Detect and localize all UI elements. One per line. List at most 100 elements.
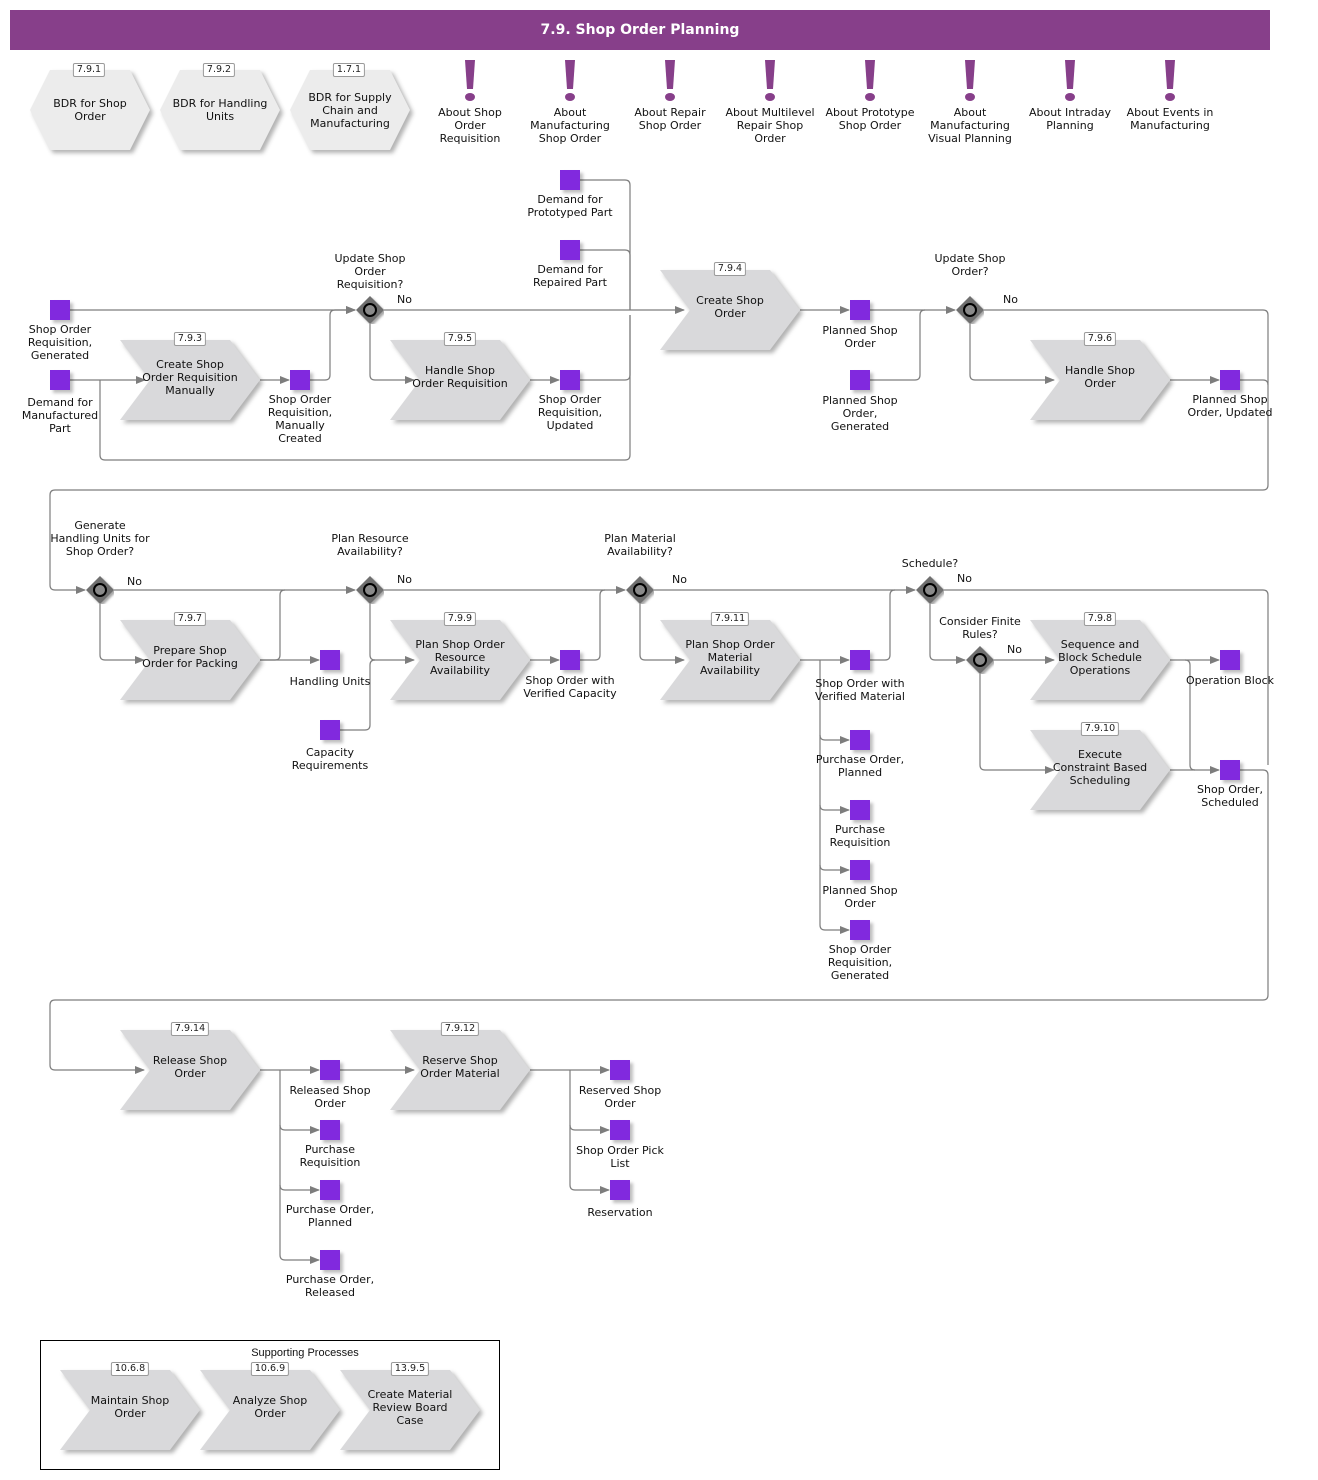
business-object[interactable]	[320, 1120, 340, 1140]
business-object[interactable]	[850, 650, 870, 670]
business-object-label: Demand for Prototyped Part	[527, 193, 613, 219]
decision-gateway[interactable]	[356, 576, 384, 604]
decision-gateway[interactable]	[956, 296, 984, 324]
process-step[interactable]: Handle Shop Order	[1030, 340, 1170, 420]
process-id-tag: 7.9.9	[443, 612, 477, 626]
process-id-tag: 7.9.11	[710, 612, 750, 626]
business-object-label: Shop Order with Verified Material	[815, 677, 905, 703]
gateway-diamond-icon	[626, 576, 654, 604]
business-object-label: Purchase Order, Released	[285, 1273, 375, 1299]
business-object[interactable]	[320, 1060, 340, 1080]
exclamation-icon	[865, 60, 875, 101]
business-object[interactable]	[1220, 650, 1240, 670]
business-object[interactable]	[50, 300, 70, 320]
connector-line	[819, 734, 850, 744]
process-label: Execute Constraint Based Scheduling	[1052, 747, 1148, 787]
business-object[interactable]	[50, 370, 70, 390]
gateway-diamond-icon	[916, 576, 944, 604]
business-object[interactable]	[290, 370, 310, 390]
connector-line	[870, 589, 896, 661]
supporting-process[interactable]: Maintain Shop Order	[60, 1370, 200, 1450]
bdr-handling-units[interactable]: BDR for Handling Units	[160, 70, 280, 150]
business-object[interactable]	[610, 1180, 630, 1200]
process-step[interactable]: Sequence and Block Schedule Operations	[1030, 620, 1170, 700]
process-label: Release Shop Order	[152, 1054, 228, 1080]
process-diagram: 7.9. Shop Order Planning BDR for Shop Or…	[0, 0, 1318, 1480]
info-item[interactable]: About Manufacturing Visual Planning	[925, 58, 1015, 145]
decision-gateway[interactable]	[626, 576, 654, 604]
business-object[interactable]	[560, 650, 580, 670]
process-step[interactable]: Create Shop Order	[660, 270, 800, 350]
process-step[interactable]: Prepare Shop Order for Packing	[120, 620, 260, 700]
business-object[interactable]	[610, 1060, 630, 1080]
process-id-tag: 7.9.3	[173, 332, 207, 346]
bdr-shop-order[interactable]: BDR for Shop Order	[30, 70, 150, 150]
gateway-question: Update Shop Order Requisition?	[334, 252, 406, 291]
process-label: Handle Shop Order	[1065, 364, 1135, 390]
process-label: Prepare Shop Order for Packing	[142, 644, 238, 670]
bdr-label: BDR for Handling Units	[172, 97, 268, 123]
info-item[interactable]: About Repair Shop Order	[625, 58, 715, 132]
connector-line	[569, 1124, 610, 1134]
business-object[interactable]	[610, 1120, 630, 1140]
business-object-label: Purchase Requisition	[299, 1143, 361, 1169]
process-id-tag: 10.6.8	[110, 1362, 150, 1376]
business-object[interactable]	[850, 860, 870, 880]
business-object[interactable]	[320, 650, 340, 670]
decision-gateway[interactable]	[356, 296, 384, 324]
process-step[interactable]: Reserve Shop Order Material	[390, 1030, 530, 1110]
info-item[interactable]: About Shop Order Requisition	[425, 58, 515, 145]
business-object[interactable]	[560, 370, 580, 390]
process-step[interactable]: Plan Shop Order Resource Availability	[390, 620, 530, 700]
business-object[interactable]	[560, 240, 580, 260]
gateway-question: Schedule?	[901, 557, 959, 570]
business-object[interactable]	[850, 730, 870, 750]
info-item[interactable]: About Manufacturing Shop Order	[525, 58, 615, 145]
business-object[interactable]	[850, 370, 870, 390]
business-object-label: Planned Shop Order	[822, 884, 898, 910]
process-step[interactable]: Execute Constraint Based Scheduling	[1030, 730, 1170, 810]
info-item-label: About Shop Order Requisition	[438, 106, 502, 145]
process-id-tag: 7.9.7	[173, 612, 207, 626]
business-object-label: Shop Order Requisition, Generated	[27, 323, 93, 362]
decision-gateway[interactable]	[966, 646, 994, 674]
process-id-tag: 13.9.5	[390, 1362, 430, 1376]
bdr-supply-chain[interactable]: BDR for Supply Chain and Manufacturing	[290, 70, 410, 150]
process-step[interactable]: Plan Shop Order Material Availability	[660, 620, 800, 700]
gateway-no-label: No	[957, 572, 972, 585]
gateway-no-label: No	[672, 573, 687, 586]
business-object-label: Reserved Shop Order	[578, 1084, 662, 1110]
business-object[interactable]	[320, 720, 340, 740]
process-id-tag: 7.9.12	[440, 1022, 480, 1036]
gateway-question: Plan Material Availability?	[604, 532, 676, 558]
business-object[interactable]	[1220, 370, 1240, 390]
supporting-processes-title: Supporting Processes	[251, 1347, 359, 1359]
business-object[interactable]	[850, 300, 870, 320]
process-label: Create Material Review Board Case	[367, 1387, 453, 1427]
decision-gateway[interactable]	[86, 576, 114, 604]
process-label: Reserve Shop Order Material	[420, 1054, 500, 1080]
business-object[interactable]	[1220, 760, 1240, 780]
business-object[interactable]	[560, 170, 580, 190]
exclamation-icon	[965, 60, 975, 101]
business-object[interactable]	[850, 800, 870, 820]
business-object[interactable]	[850, 920, 870, 940]
info-item-label: About Repair Shop Order	[634, 106, 706, 132]
business-object[interactable]	[320, 1180, 340, 1200]
info-item[interactable]: About Prototype Shop Order	[825, 58, 915, 132]
gateway-no-label: No	[1003, 293, 1018, 306]
business-object[interactable]	[320, 1250, 340, 1270]
gateway-question: Consider Finite Rules?	[939, 615, 1021, 641]
process-label: Analyze Shop Order	[232, 1394, 308, 1420]
info-item[interactable]: About Events in Manufacturing	[1125, 58, 1215, 132]
supporting-process[interactable]: Analyze Shop Order	[200, 1370, 340, 1450]
process-step[interactable]: Handle Shop Order Requisition	[390, 340, 530, 420]
process-step[interactable]: Create Shop Order Requisition Manually	[120, 340, 260, 420]
supporting-process[interactable]: Create Material Review Board Case	[340, 1370, 480, 1450]
decision-gateway[interactable]	[916, 576, 944, 604]
info-item[interactable]: About Intraday Planning	[1025, 58, 1115, 132]
bdr-id-tag: 7.9.1	[72, 63, 106, 77]
process-step[interactable]: Release Shop Order	[120, 1030, 260, 1110]
info-item[interactable]: About Multilevel Repair Shop Order	[725, 58, 815, 145]
business-object-label: Shop Order Requisition, Updated	[537, 393, 603, 432]
